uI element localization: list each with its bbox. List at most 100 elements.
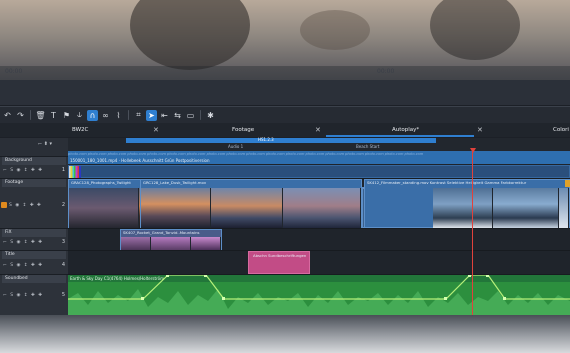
- audio-waveform: [68, 275, 570, 315]
- clip-footage-3[interactable]: SK412_Filmmaker_standing.mov Kontrast Se…: [364, 179, 570, 228]
- keyframe-handle[interactable]: [204, 275, 207, 277]
- clip-label: SK412_Filmmaker_standing.mov Kontrast Se…: [367, 180, 527, 185]
- thumbnail: [433, 188, 493, 228]
- track-controls[interactable]: ⌐ S ◉ ↕ ✚ ✚: [3, 240, 43, 245]
- track-lane-5-audio[interactable]: Earth & Sky Day C1(4764) Holmes/Holterst…: [68, 274, 570, 315]
- track-name: Footage: [2, 179, 66, 187]
- text-icon[interactable]: T: [48, 110, 59, 121]
- video-preview: 00:00 00:00: [0, 0, 570, 105]
- track-headers: ⌐ ⬍ ▾ Background ⌐ S ◉ ↕ ✚ ✚ 1 Footage S…: [0, 138, 68, 317]
- track-header-5[interactable]: Soundbed ⌐ S ◉ ↕ ✚ ✚ 5: [0, 274, 68, 317]
- group-icon[interactable]: ⌗: [133, 110, 144, 121]
- status-area: [0, 315, 570, 353]
- watermark-strip: photo.com photo.com photo.com photo.com …: [68, 151, 570, 157]
- clip-label: Abschn Sundbeschriftungen: [253, 253, 307, 258]
- track-lane-1[interactable]: 150001_180_1001.mp4 · Hollebeek Ausschni…: [68, 151, 570, 178]
- track-number: 3: [61, 239, 65, 245]
- track-number: 5: [61, 292, 65, 298]
- track-number: 4: [61, 262, 65, 268]
- track-header-3[interactable]: FiX ⌐ S ◉ ↕ ✚ ✚ 3: [0, 228, 68, 250]
- pointer-icon[interactable]: ➤: [146, 109, 157, 121]
- slip-icon[interactable]: ▭: [185, 110, 196, 121]
- keyframe-handle[interactable]: [222, 297, 225, 300]
- keyframe-handle[interactable]: [166, 275, 169, 277]
- marker-audio[interactable]: Audio 1: [228, 144, 243, 149]
- keyframe-handle[interactable]: [141, 297, 144, 300]
- trim-icon[interactable]: ⇤: [159, 110, 170, 121]
- link-icon[interactable]: ∞: [100, 110, 111, 121]
- playhead-line[interactable]: [472, 151, 473, 341]
- settings-icon[interactable]: ✱: [205, 110, 216, 121]
- toolbar-separator: [128, 110, 129, 120]
- magnet-icon[interactable]: ∩: [87, 109, 98, 121]
- marker-range[interactable]: [126, 138, 436, 143]
- timeline-ruler[interactable]: HS1.2.3 Audio 1 Beach Start: [68, 137, 570, 152]
- preview-footer: [0, 80, 570, 105]
- tab-colori[interactable]: Colori: [553, 123, 569, 137]
- track-header-2[interactable]: Footage S ◉ ↕ ✚ ✚ 2: [0, 178, 68, 228]
- delete-icon[interactable]: 🗑: [35, 110, 46, 121]
- marker-range-label: HS1.2.3: [258, 137, 274, 142]
- close-icon[interactable]: ✕: [315, 123, 321, 137]
- sequence-tabs: BW2C ✕ Footage ✕ Autoplay* ✕ Colori: [0, 123, 570, 137]
- track-header-toolbar[interactable]: ⌐ ⬍ ▾: [38, 141, 52, 147]
- track-lane-4[interactable]: Abschn Sundbeschriftungen: [68, 250, 570, 274]
- lock-icon[interactable]: [1, 202, 7, 208]
- timeline-toolbar: ↶ ↷ 🗑 T ⚑ ⫝ ∩ ∞ ⌇ ⌗ ➤ ⇤ ⇆ ▭ ✱: [0, 106, 570, 123]
- flag-icon[interactable]: ⚑: [61, 110, 72, 121]
- track-name: FiX: [2, 229, 66, 237]
- preview-right-time: 00:00: [377, 68, 395, 75]
- player-bar: [0, 66, 570, 80]
- clip-background[interactable]: [68, 165, 570, 178]
- track-name: Background: [2, 157, 66, 165]
- ripple-icon[interactable]: ⇆: [172, 110, 183, 121]
- toolbar-separator: [200, 110, 201, 120]
- track-header-1[interactable]: Background ⌐ S ◉ ↕ ✚ ✚ 1: [0, 156, 68, 178]
- track-header-4[interactable]: Title ⌐ S ◉ ↕ ✚ ✚ 4: [0, 250, 68, 274]
- track-controls[interactable]: ⌐ S ◉ ↕ ✚ ✚: [3, 263, 43, 268]
- split-icon[interactable]: ⫝: [74, 110, 85, 121]
- clip-footage-2[interactable]: GRC128_Lake_Dusk_Twilight.mov: [140, 179, 362, 228]
- clip-label: GRC128_Lake_Dusk_Twilight.mov: [143, 180, 207, 185]
- track-name: Title: [2, 251, 66, 259]
- track-number: 1: [61, 167, 65, 173]
- thumbnail: [121, 237, 151, 250]
- keyframe-handle[interactable]: [444, 297, 447, 300]
- track-lane-2[interactable]: GRAC128_Photographs_Twilight GRC128_Lake…: [68, 178, 570, 230]
- clip-label: GRAC128_Photographs_Twilight: [71, 180, 131, 185]
- keyframe-handle[interactable]: [486, 275, 489, 277]
- color-bars-thumbnail: [69, 166, 81, 178]
- toolbar-separator: [30, 110, 31, 120]
- thumbnail: [69, 188, 139, 228]
- clip-title[interactable]: Abschn Sundbeschriftungen: [248, 251, 310, 274]
- close-icon[interactable]: ✕: [477, 123, 483, 137]
- tab-footage[interactable]: Footage: [232, 123, 254, 137]
- thumbnail: [493, 188, 559, 228]
- undo-icon[interactable]: ↶: [2, 110, 13, 121]
- tab-label: Colori: [553, 127, 569, 133]
- track-lane-3[interactable]: SK407_Rocket_Grand_Tonvid..Mountains: [68, 228, 570, 250]
- close-icon[interactable]: ✕: [153, 123, 159, 137]
- track-controls[interactable]: S ◉ ↕ ✚ ✚: [9, 203, 42, 208]
- marker-beach[interactable]: Beach Start: [356, 144, 379, 149]
- clip-fix[interactable]: SK407_Rocket_Grand_Tonvid..Mountains: [120, 229, 222, 250]
- keyframe-handle[interactable]: [468, 275, 471, 277]
- thumbnail: [283, 188, 361, 228]
- playhead-handle[interactable]: [470, 148, 476, 153]
- track-controls[interactable]: ⌐ S ◉ ↕ ✚ ✚: [3, 168, 43, 173]
- track-controls[interactable]: ⌐ S ◉ ↕ ✚ ✚: [3, 293, 43, 298]
- keyframe-handle[interactable]: [503, 297, 506, 300]
- thumbnail: [191, 237, 221, 250]
- tab-bw2c[interactable]: BW2C: [72, 123, 88, 137]
- tab-label: Autoplay*: [392, 127, 420, 133]
- clip-label: SK407_Rocket_Grand_Tonvid..Mountains: [123, 230, 200, 235]
- redo-icon[interactable]: ↷: [15, 110, 26, 121]
- thumbnail: [151, 237, 191, 250]
- track-name: Soundbed: [2, 275, 66, 283]
- tab-label: Footage: [232, 127, 255, 133]
- tab-label: BW2C: [72, 127, 89, 133]
- unlink-icon[interactable]: ⌇: [113, 110, 124, 121]
- clip-title: 150001_180_1001.mp4 · Hollebeek Ausschni…: [68, 157, 570, 164]
- active-tab-indicator: [326, 135, 474, 137]
- thumbnail: [559, 188, 569, 228]
